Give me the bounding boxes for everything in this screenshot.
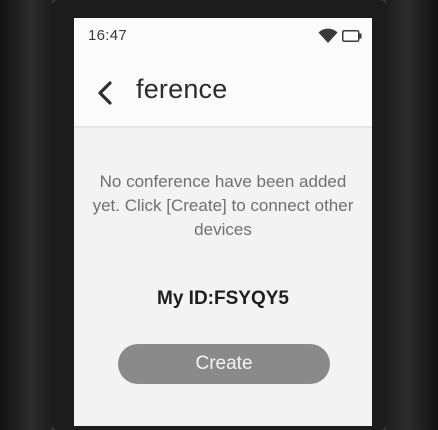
- screen: 16:47 ference No conference have been ad…: [74, 18, 372, 426]
- page-title: ference: [136, 74, 228, 104]
- empty-state-message: No conference have been added yet. Click…: [92, 172, 354, 239]
- create-button[interactable]: Create: [118, 344, 330, 384]
- device-side-left: [0, 0, 52, 430]
- page-header: ference: [74, 58, 372, 126]
- device-frame: 16:47 ference No conference have been ad…: [0, 0, 438, 430]
- battery-icon: [342, 30, 362, 42]
- device-side-right: [386, 0, 438, 430]
- my-id-label: My ID:FSYQY5: [157, 288, 289, 309]
- status-bar: 16:47: [74, 18, 372, 58]
- chevron-left-icon[interactable]: [96, 80, 114, 106]
- empty-state: No conference have been added yet. Click…: [74, 128, 372, 426]
- wifi-icon: [318, 28, 338, 43]
- status-time: 16:47: [88, 27, 128, 44]
